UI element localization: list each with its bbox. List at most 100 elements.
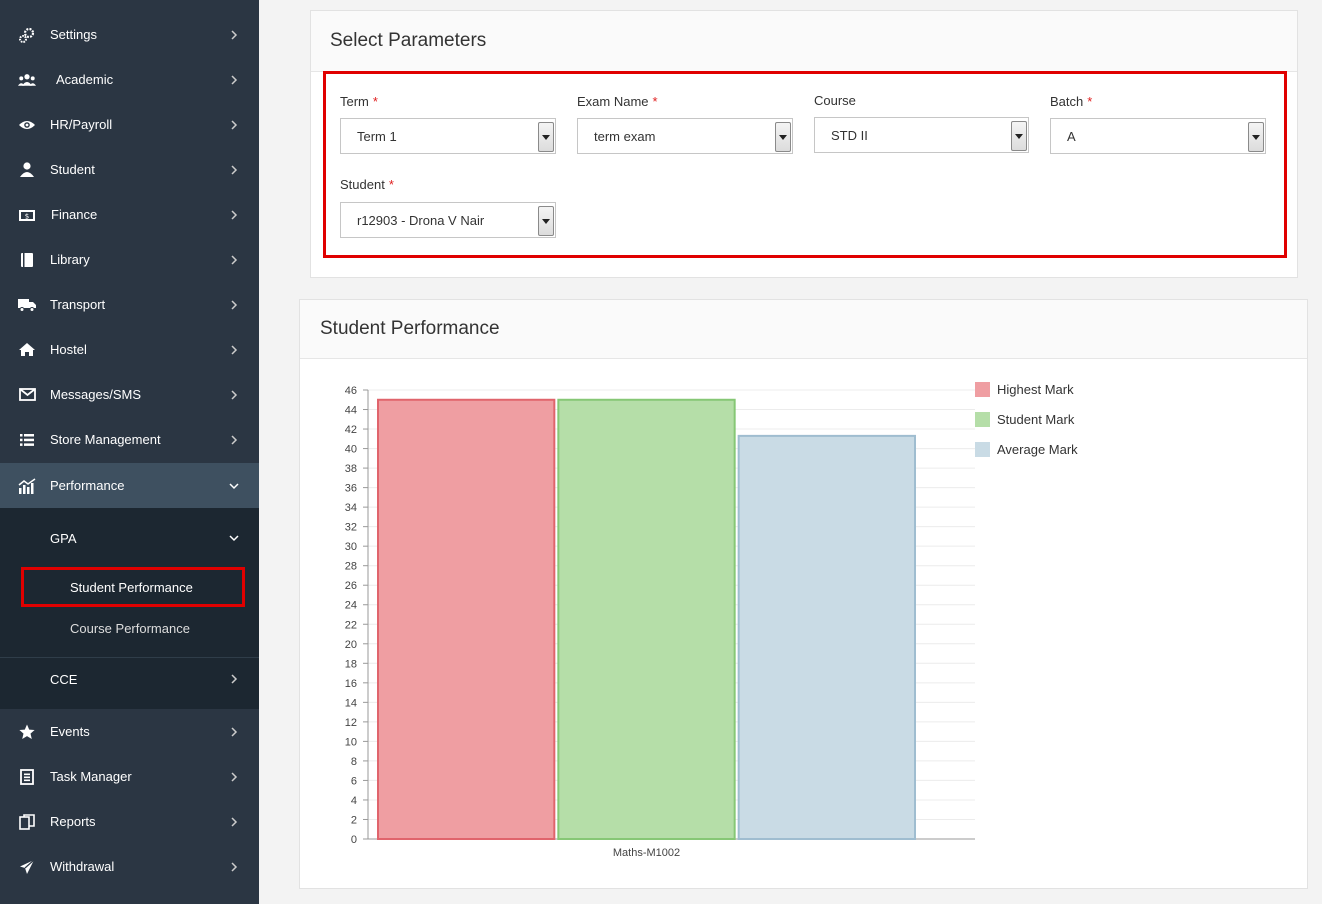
sidebar-item-gpa[interactable]: GPA — [0, 518, 259, 558]
chevron-right-icon — [229, 299, 239, 310]
sidebar-item-library[interactable]: Library — [0, 237, 259, 282]
chevron-right-icon — [229, 389, 239, 400]
course-select[interactable]: STD II — [814, 117, 1029, 153]
student-select-value: r12903 - Drona V Nair — [357, 212, 485, 228]
legend-item-student-mark: Student Mark — [975, 412, 1074, 427]
sidebar-item-label: Course Performance — [70, 620, 190, 636]
users-icon — [18, 71, 36, 89]
sidebar-item-label: Messages/SMS — [50, 387, 142, 402]
legend-swatch — [975, 412, 990, 427]
chart-icon — [18, 477, 36, 495]
sidebar-item-label: Performance — [50, 478, 125, 493]
student-select[interactable]: r12903 - Drona V Nair — [340, 202, 556, 238]
task-icon — [18, 768, 36, 786]
sidebar-item-transport[interactable]: Transport — [0, 282, 259, 327]
sidebar-item-messages-sms[interactable]: Messages/SMS — [0, 372, 259, 417]
envelope-icon — [18, 386, 36, 404]
divider — [300, 358, 1307, 359]
panel-title: Select Parameters — [330, 30, 487, 51]
performance-submenu: GPA Student Performance Course Performan… — [0, 508, 259, 709]
star-icon — [18, 723, 36, 741]
sidebar-item-label: Settings — [50, 27, 97, 42]
sidebar-item-cce[interactable]: CCE — [0, 659, 259, 699]
required-mark: * — [1087, 94, 1093, 109]
sidebar-item-label: Finance — [51, 207, 98, 222]
sidebar-item-label: Withdrawal — [50, 859, 115, 874]
chevron-right-icon — [229, 29, 239, 40]
money-icon: $ — [18, 206, 36, 224]
student-label: Student * — [340, 177, 394, 192]
sidebar-item-student[interactable]: Student — [0, 147, 259, 192]
student-performance-panel: Student Performance — [299, 299, 1308, 889]
sidebar-item-finance[interactable]: $ Finance — [0, 192, 259, 237]
home-icon — [18, 341, 36, 359]
sidebar-item-performance[interactable]: Performance — [0, 463, 259, 508]
sidebar-item-academic[interactable]: Academic — [0, 57, 259, 102]
chevron-right-icon — [229, 434, 239, 445]
chevron-right-icon — [229, 254, 239, 265]
svg-text:$: $ — [25, 212, 29, 220]
sidebar-item-label: Events — [50, 724, 90, 739]
truck-icon — [18, 296, 36, 314]
sidebar-item-label: Reports — [50, 814, 96, 829]
chevron-right-icon — [229, 861, 239, 872]
term-label: Term * — [340, 94, 378, 109]
eye-icon — [18, 116, 36, 134]
sidebar-item-withdrawal[interactable]: Withdrawal — [0, 844, 259, 889]
chevron-right-icon — [229, 209, 239, 220]
exam-name-select-value: term exam — [594, 128, 656, 144]
chevron-down-icon — [229, 533, 239, 543]
sidebar-item-label: Student — [50, 162, 95, 177]
sidebar-item-task-manager[interactable]: Task Manager — [0, 754, 259, 799]
legend-swatch — [975, 382, 990, 397]
sidebar-item-hr-payroll[interactable]: HR/Payroll — [0, 102, 259, 147]
chevron-right-icon — [229, 164, 239, 175]
required-mark: * — [372, 94, 378, 109]
course-select-value: STD II — [831, 127, 868, 143]
required-mark: * — [652, 94, 658, 109]
sidebar-item-label: Hostel — [50, 342, 87, 357]
sidebar: Settings Academic HR/Payroll Student $ F… — [0, 0, 259, 904]
list-icon — [18, 431, 36, 449]
sidebar-item-course-performance[interactable]: Course Performance — [0, 609, 259, 647]
caret-down-icon — [1248, 122, 1264, 152]
sidebar-item-events[interactable]: Events — [0, 709, 259, 754]
chevron-right-icon — [229, 726, 239, 737]
sidebar-item-store-management[interactable]: Store Management — [0, 417, 259, 462]
send-icon — [18, 858, 36, 876]
chevron-right-icon — [229, 119, 239, 130]
legend-item-highest-mark: Highest Mark — [975, 382, 1074, 397]
legend-swatch — [975, 442, 990, 457]
legend-item-average-mark: Average Mark — [975, 442, 1078, 457]
gears-icon — [18, 26, 36, 44]
exam-name-label: Exam Name * — [577, 94, 658, 109]
caret-down-icon — [775, 122, 791, 152]
highlight-box — [21, 567, 245, 607]
legend-label: Average Mark — [997, 442, 1078, 457]
term-select-value: Term 1 — [357, 128, 397, 144]
batch-label-text: Batch — [1050, 94, 1084, 109]
sidebar-item-label: Store Management — [50, 432, 161, 447]
term-label-text: Term — [340, 94, 369, 109]
caret-down-icon — [1011, 121, 1027, 151]
sidebar-item-label: Transport — [50, 297, 106, 312]
sidebar-item-settings[interactable]: Settings — [0, 12, 259, 57]
legend-label: Student Mark — [997, 412, 1075, 427]
caret-down-icon — [538, 206, 554, 236]
batch-select[interactable]: A — [1050, 118, 1266, 154]
student-label-text: Student — [340, 177, 385, 192]
term-select[interactable]: Term 1 — [340, 118, 556, 154]
exam-name-select[interactable]: term exam — [577, 118, 793, 154]
chevron-right-icon — [229, 344, 239, 355]
chevron-down-icon — [229, 481, 239, 491]
sidebar-item-label: HR/Payroll — [50, 117, 113, 132]
panel-title: Student Performance — [320, 318, 500, 339]
course-label: Course — [814, 93, 856, 108]
book-icon — [18, 251, 36, 269]
copy-icon — [18, 813, 36, 831]
exam-name-label-text: Exam Name — [577, 94, 649, 109]
user-icon — [18, 161, 36, 179]
sidebar-item-label: Library — [50, 252, 90, 267]
sidebar-item-hostel[interactable]: Hostel — [0, 327, 259, 372]
sidebar-item-reports[interactable]: Reports — [0, 799, 259, 844]
